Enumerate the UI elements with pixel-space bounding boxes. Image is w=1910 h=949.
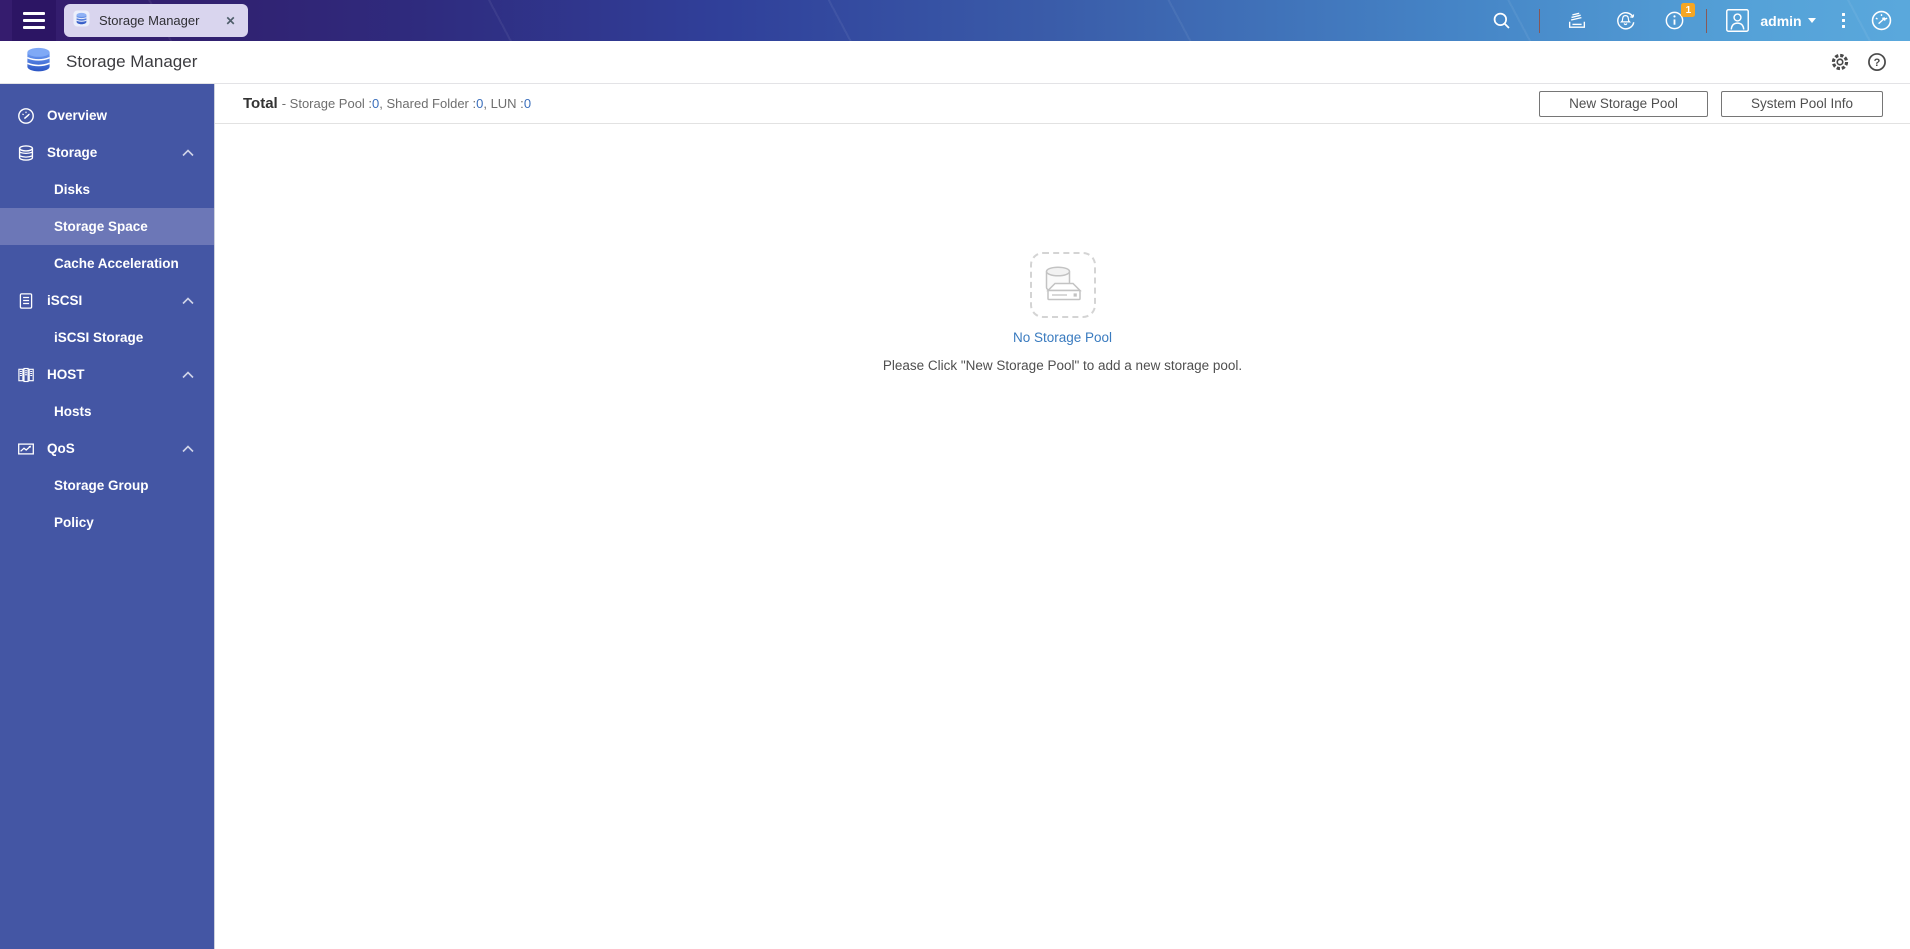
sidebar-item-label: Hosts [54,404,92,419]
sidebar-item-label: Storage Space [54,219,148,234]
lun-count: 0 [523,96,532,111]
top-bar: Storage Manager ✕ 1 admin [0,0,1910,41]
sidebar-item-disks[interactable]: Disks [0,171,214,208]
user-menu[interactable]: admin [1760,13,1801,29]
summary-toolbar: Total - Storage Pool : 0 , Shared Folder… [215,84,1910,124]
tab-label: Storage Manager [99,13,200,28]
no-storage-pool-icon [1029,252,1096,318]
host-racks-icon [17,366,35,384]
sidebar-item-label: Overview [47,108,108,123]
sidebar: Overview Storage Disks Storage Space Cac… [0,84,215,949]
event-count-badge: 1 [1681,3,1696,17]
qos-chart-icon [17,440,35,458]
new-storage-pool-button[interactable]: New Storage Pool [1539,90,1708,117]
main-content: Total - Storage Pool : 0 , Shared Folder… [215,84,1910,949]
sidebar-item-label: Policy [54,515,94,530]
more-options-icon[interactable] [1841,13,1845,28]
chevron-up-icon[interactable] [178,441,198,457]
sidebar-item-storage-group[interactable]: Storage Group [0,467,214,504]
storage-pool-count: 0 [372,96,380,111]
empty-state: No Storage Pool Please Click "New Storag… [215,124,1910,373]
sidebar-item-policy[interactable]: Policy [0,504,214,541]
lun-label: , LUN : [483,96,524,111]
chevron-up-icon[interactable] [178,145,198,161]
page-title: Storage Manager [66,52,198,71]
sidebar-item-label: Disks [54,182,91,197]
database-icon [17,144,35,162]
sidebar-item-iscsi-storage[interactable]: iSCSI Storage [0,319,214,356]
event-info-icon[interactable]: 1 [1663,3,1696,32]
no-storage-pool-link[interactable]: No Storage Pool [215,330,1910,345]
sidebar-item-label: Storage Group [54,478,149,493]
sidebar-item-qos[interactable]: QoS [0,430,214,467]
storage-manager-app-icon [73,9,90,32]
sidebar-item-label: HOST [47,367,85,382]
gear-icon[interactable] [1829,51,1851,73]
shared-folder-count: 0 [476,96,484,111]
storage-manager-header-icon [24,45,53,79]
dashboard-icon[interactable] [1869,8,1894,33]
sidebar-item-iscsi[interactable]: iSCSI [0,282,214,319]
shared-folder-label: , Shared Folder : [379,96,477,111]
search-icon[interactable] [1491,10,1513,32]
sidebar-item-storage[interactable]: Storage [0,134,214,171]
user-avatar-icon[interactable] [1725,8,1750,33]
sidebar-item-host[interactable]: HOST [0,356,214,393]
svg-text:?: ? [1874,57,1881,69]
close-icon[interactable]: ✕ [223,13,237,29]
sidebar-item-label: Storage [47,145,98,160]
divider [1706,8,1708,33]
gauge-icon [17,107,35,125]
sidebar-item-storage-space[interactable]: Storage Space [0,208,214,245]
sidebar-item-label: Cache Acceleration [54,256,179,271]
chevron-up-icon[interactable] [178,293,198,309]
system-pool-info-button[interactable]: System Pool Info [1720,90,1883,117]
total-label: Total [243,95,278,112]
chevron-down-icon[interactable] [1807,18,1816,23]
sidebar-item-hosts[interactable]: Hosts [0,393,214,430]
sidebar-item-label: iSCSI [47,293,83,308]
storage-pool-label: - Storage Pool : [281,96,373,111]
sidebar-item-label: iSCSI Storage [54,330,144,345]
app-header: Storage Manager ? [0,41,1910,84]
notification-refresh-icon[interactable] [1614,9,1637,32]
sidebar-item-overview[interactable]: Overview [0,97,214,134]
chevron-up-icon[interactable] [178,367,198,383]
sidebar-item-cache-acceleration[interactable]: Cache Acceleration [0,245,214,282]
background-tasks-icon[interactable] [1566,10,1588,32]
document-icon [17,292,35,310]
main-menu-icon[interactable] [12,0,56,41]
app-tab-storage-manager[interactable]: Storage Manager ✕ [64,4,248,37]
divider [1539,8,1541,33]
empty-state-message: Please Click "New Storage Pool" to add a… [882,358,1243,373]
help-icon[interactable]: ? [1866,51,1888,73]
sidebar-item-label: QoS [47,441,75,456]
